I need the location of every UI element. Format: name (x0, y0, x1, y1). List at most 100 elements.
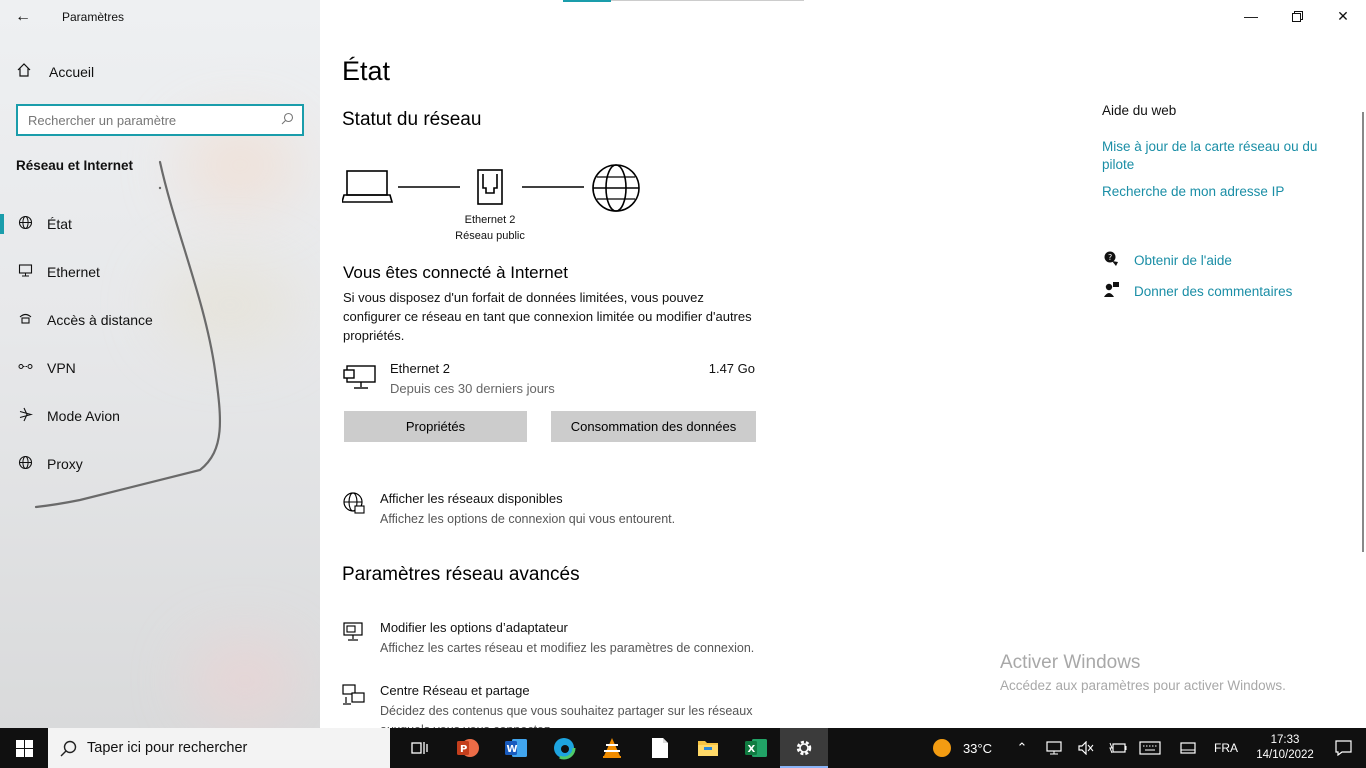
diagram-label: Ethernet 2 Réseau public (445, 212, 535, 244)
svg-text:W: W (507, 744, 518, 755)
notification-icon (1334, 740, 1352, 756)
taskbar-excel[interactable]: X (732, 728, 780, 768)
pen-scribble-annotation (34, 160, 221, 509)
taskbar-file-explorer[interactable] (684, 728, 732, 768)
activation-desc: Accédez aux paramètres pour activer Wind… (1000, 678, 1286, 693)
activation-title: Activer Windows (1000, 652, 1141, 673)
network-sharing-center-link[interactable]: Centre Réseau et partage Décidez des con… (342, 683, 782, 728)
taskbar-search-box[interactable] (48, 728, 390, 768)
window-controls: — ✕ (1228, 0, 1366, 32)
feedback-link[interactable]: Donner des commentaires (1102, 281, 1292, 301)
keyboard-tray-button[interactable] (1134, 728, 1166, 768)
connection-status-description: Si vous disposez d'un forfait de données… (343, 290, 752, 343)
system-tray: 33°C ⌃ FRA 17:33 14/10/2022 (929, 728, 1366, 768)
taskbar-edge[interactable] (540, 728, 588, 768)
task-view-button[interactable] (396, 728, 444, 768)
feedback-person-icon (1102, 281, 1120, 301)
properties-button[interactable]: Propriétés (344, 411, 527, 442)
page-title: État (342, 56, 391, 86)
taskbar-vlc[interactable] (588, 728, 636, 768)
taskbar-powerpoint[interactable]: P (444, 728, 492, 768)
excel-icon: X (745, 739, 767, 757)
laptop-icon (340, 170, 394, 203)
search-icon (60, 740, 77, 756)
activation-watermark: Activer Windows Accédez aux paramètres p… (1000, 652, 1286, 693)
update-driver-link[interactable]: Mise à jour de la carte réseau ou du pil… (1102, 138, 1342, 174)
close-icon: ✕ (1337, 7, 1349, 24)
network-diagram: Ethernet 2 Réseau public (340, 160, 642, 250)
taskbar-search-input[interactable] (87, 740, 347, 756)
word-icon: W (505, 739, 527, 757)
windows-logo-icon (15, 739, 33, 757)
taskbar-notepad[interactable] (636, 728, 684, 768)
taskbar-settings[interactable] (780, 728, 828, 768)
show-networks-link[interactable]: Afficher les réseaux disponibles Affiche… (342, 491, 782, 531)
display-icon (1180, 742, 1196, 754)
touch-keyboard-icon (1139, 741, 1161, 755)
start-button[interactable] (0, 728, 48, 768)
notifications-button[interactable] (1320, 728, 1366, 768)
window-focus-accent (563, 0, 611, 2)
minimize-icon: — (1244, 8, 1258, 24)
change-adapter-desc: Affichez les cartes réseau et modifiez l… (380, 641, 755, 655)
settings-main-pane: — ✕ État Statut du réseau Ethernet 2 Rés… (320, 0, 1366, 728)
folder-icon (698, 741, 718, 756)
vertical-scrollbar[interactable] (1362, 112, 1364, 552)
find-ip-link[interactable]: Recherche de mon adresse IP (1102, 183, 1342, 201)
input-language[interactable]: FRA (1214, 741, 1238, 755)
network-adapter-icon (343, 365, 376, 389)
restore-button[interactable] (1274, 0, 1320, 32)
show-networks-title: Afficher les réseaux disponibles (380, 491, 563, 506)
change-adapter-options-link[interactable]: Modifier les options d’adaptateur Affich… (342, 620, 782, 660)
chevron-up-icon: ⌃ (1016, 740, 1028, 755)
svg-text:P: P (460, 744, 467, 755)
network-tray-icon (1046, 741, 1062, 755)
feedback-label: Donner des commentaires (1134, 283, 1293, 299)
diagram-adapter-name: Ethernet 2 (464, 214, 516, 226)
adapter-data-usage: 1.47 Go (708, 361, 755, 376)
minimize-button[interactable]: — (1228, 0, 1274, 32)
diagram-network-type: Réseau public (455, 230, 525, 242)
get-help-link[interactable]: ? Obtenir de l'aide (1102, 250, 1232, 270)
network-status-heading: Statut du réseau (342, 109, 482, 130)
network-tray-button[interactable] (1038, 728, 1070, 768)
advanced-settings-heading: Paramètres réseau avancés (342, 564, 580, 585)
adapter-monitor-icon (343, 622, 363, 641)
sun-icon (932, 739, 951, 757)
change-adapter-title: Modifier les options d’adaptateur (380, 620, 568, 635)
vlc-icon (603, 738, 621, 758)
get-help-label: Obtenir de l'aide (1134, 252, 1232, 268)
adapter-name: Ethernet 2 (390, 361, 450, 376)
network-center-title: Centre Réseau et partage (380, 683, 530, 698)
close-button[interactable]: ✕ (1320, 0, 1366, 32)
internet-globe-icon (592, 164, 640, 212)
show-hidden-icons-button[interactable]: ⌃ (1006, 728, 1038, 768)
taskbar-clock[interactable]: 17:33 14/10/2022 (1250, 733, 1320, 763)
svg-text:?: ? (1108, 253, 1112, 262)
globe-network-icon (343, 492, 365, 514)
adapter-period: Depuis ces 30 derniers jours (390, 381, 555, 396)
taskbar-word[interactable]: W (492, 728, 540, 768)
data-usage-button[interactable]: Consommation des données (551, 411, 756, 442)
battery-tray-button[interactable] (1102, 728, 1134, 768)
weather-widget[interactable] (929, 728, 955, 768)
volume-tray-button[interactable] (1070, 728, 1102, 768)
web-help-heading: Aide du web (1102, 103, 1177, 118)
help-chat-icon: ? (1102, 250, 1120, 270)
adapter-usage-row: Ethernet 2 Depuis ces 30 derniers jours … (343, 360, 755, 400)
desktop-display-button[interactable] (1172, 728, 1204, 768)
settings-sidebar: ← Paramètres Accueil Réseau et Internet … (0, 0, 320, 728)
svg-text:X: X (748, 744, 756, 755)
powerpoint-icon: P (457, 739, 479, 757)
connection-status-title: Vous êtes connecté à Internet (343, 263, 568, 282)
battery-charging-icon (1109, 742, 1127, 754)
task-view-icon (411, 742, 428, 754)
network-center-desc: Décidez des contenus que vous souhaitez … (380, 704, 753, 728)
window-focus-line (611, 0, 804, 1)
network-diagram-graphic (340, 164, 640, 212)
ethernet-port-icon (477, 169, 503, 205)
edge-icon (552, 736, 576, 760)
clock-date: 14/10/2022 (1256, 749, 1314, 761)
taskbar: P W X 33°C ⌃ (0, 728, 1366, 768)
weather-temperature[interactable]: 33°C (963, 741, 992, 756)
